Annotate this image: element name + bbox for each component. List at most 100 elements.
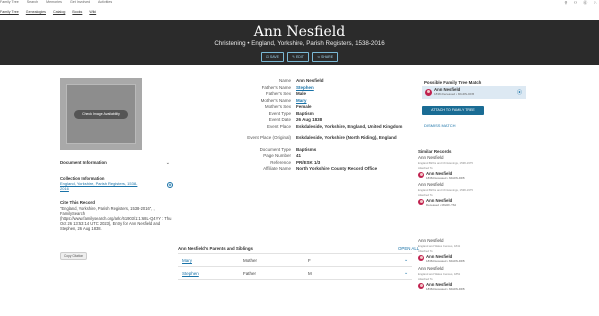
parent-role: Father [243, 271, 257, 276]
avatar [418, 283, 424, 289]
attached-person-meta: 1838-Deceased • MGRN-DFB [426, 176, 465, 180]
top-nav: Family Tree Search Memories Get Involved… [0, 0, 119, 4]
attached-to-label: Attached To [418, 166, 433, 170]
similar-record-name[interactable]: Ann Nesfield [418, 266, 530, 271]
top-bar: Family Tree Search Memories Get Involved… [0, 0, 599, 6]
field-value: 26 Aug 1838 [296, 117, 323, 122]
field-label: Event Type [268, 110, 291, 116]
nav-activities[interactable]: Activities [98, 0, 112, 4]
parent-role: Mother [243, 258, 258, 263]
account-icon[interactable]: ♘ [593, 0, 597, 5]
field-value: Baptisms [296, 146, 317, 152]
compass-icon[interactable]: ◈ [167, 182, 173, 188]
collection-link[interactable]: England, Yorkshire, Parish Registers, 15… [60, 181, 142, 191]
chevron-down-icon[interactable]: ⌄ [404, 270, 408, 276]
top-icons: ⚲ ⚇ ⓪ ♘ [560, 0, 598, 6]
field-value: Baptism [296, 110, 314, 116]
document-info-header[interactable]: Document Information ⌄ [60, 160, 170, 166]
pin-icon[interactable]: ⦿ [517, 89, 522, 96]
cite-heading: Cite This Record [60, 200, 95, 205]
nav-family-tree[interactable]: Family Tree [0, 0, 19, 4]
attached-person[interactable]: Ann Nesfield 1838-Deceased • MGRN-DFB [418, 171, 530, 180]
share-button[interactable]: ⋖ SHARE [312, 52, 339, 62]
dismiss-match-link[interactable]: DISMISS MATCH [424, 123, 455, 128]
parent-name-link[interactable]: Mary [182, 258, 192, 263]
attached-person-meta: 1838-Deceased • MGRN-DFB [426, 287, 465, 291]
subnav-catalog[interactable]: Catalog [53, 10, 65, 14]
similar-record-collection: England and Wales Census, 1851 [418, 272, 461, 276]
field-label: Father's Sex [265, 91, 291, 96]
similar-record-collection: England Births and Christenings, 1538-19… [418, 188, 473, 192]
edit-button[interactable]: ✎ EDIT [287, 52, 309, 62]
edit-label: EDIT [295, 55, 304, 59]
attached-person[interactable]: Ann Nesfield Deceased • MGRF-T62 [418, 198, 530, 207]
avatar [418, 255, 424, 261]
page-subtitle: Christening • England, Yorkshire, Parish… [214, 40, 385, 47]
subnav-books[interactable]: Books [72, 10, 82, 14]
subnav-genealogies[interactable]: Genealogies [26, 10, 46, 14]
parent-sex: F [308, 258, 311, 263]
record-image-thumbnail[interactable]: Check Image Availability [60, 78, 142, 150]
field-value: North Yorkshire County Record Office [296, 166, 378, 171]
field-label: Event Date [268, 117, 291, 122]
attached-person-meta: 1838-Deceased • MGRN-DFB [426, 259, 465, 263]
match-meta: 1838-Deceased • MGRN-DFB [434, 92, 475, 96]
attached-person-meta: Deceased • MGRF-T62 [426, 203, 457, 207]
similar-record-name[interactable]: Ann Nesfield [418, 182, 530, 187]
copy-citation-button[interactable]: Copy Citation [60, 252, 88, 260]
match-heading: Possible Family Tree Match [424, 80, 482, 85]
similar-record[interactable]: Ann Nesfield England Births and Christen… [418, 182, 530, 207]
document-info-heading: Document Information [60, 160, 107, 165]
similar-heading: Similar Records [418, 149, 452, 154]
share-label: SHARE [320, 55, 334, 59]
similar-record-name[interactable]: Ann Nesfield [418, 238, 530, 243]
field-label: Event Place (Original) [247, 135, 291, 140]
banner-actions: ⊡ SAVE ✎ EDIT ⋖ SHARE [0, 52, 599, 62]
field-label: Name [278, 78, 291, 83]
field-value: 41 [296, 153, 302, 158]
bell-icon[interactable]: ⚇ [574, 0, 578, 5]
field-label: Event Place [266, 123, 291, 129]
avatar [418, 199, 424, 205]
field-label: Reference [270, 159, 291, 165]
save-label: SAVE [269, 55, 279, 59]
similar-record[interactable]: Ann Nesfield England Births and Christen… [418, 155, 530, 180]
mother-name-link[interactable]: Mary [296, 98, 416, 103]
father-name-link[interactable]: Stephen [296, 85, 416, 90]
parent-row[interactable]: Stephen Father M ⌄ [178, 267, 412, 280]
nav-get-involved[interactable]: Get Involved [70, 0, 90, 4]
parent-sex: M [308, 271, 312, 276]
open-all-link[interactable]: OPEN ALL [398, 246, 419, 251]
field-label: Mother's Name [260, 97, 291, 103]
field-label: Affiliate Name [263, 166, 291, 171]
attached-to-label: Attached To [418, 193, 433, 197]
nav-memories[interactable]: Memories [46, 0, 62, 4]
nav-search[interactable]: Search [27, 0, 38, 4]
similar-record-collection: England Births and Christenings, 1538-19… [418, 161, 473, 165]
similar-record[interactable]: Ann Nesfield England and Wales Census, 1… [418, 266, 530, 291]
parent-name-link[interactable]: Stephen [182, 271, 199, 276]
attached-person[interactable]: Ann Nesfield 1838-Deceased • MGRN-DFB [418, 254, 530, 263]
field-value: Male [296, 91, 307, 96]
save-button[interactable]: ⊡ SAVE [260, 52, 284, 62]
field-value: PR/ESK 1/3 [296, 159, 321, 165]
attached-person[interactable]: Ann Nesfield 1838-Deceased • MGRN-DFB [418, 282, 530, 291]
help-icon[interactable]: ⓪ [583, 0, 587, 5]
record-banner: Ann Nesfield Christening • England, York… [0, 20, 599, 65]
location-icon[interactable]: ⚲ [565, 0, 568, 5]
attach-to-tree-button[interactable]: ATTACH TO FAMILY TREE [422, 106, 484, 115]
similar-record-collection: England and Wales Census, 1841 [418, 244, 461, 248]
attached-to-label: Attached To [418, 249, 433, 253]
similar-record[interactable]: Ann Nesfield England and Wales Census, 1… [418, 238, 530, 263]
page-title: Ann Nesfield [253, 24, 346, 40]
check-image-button[interactable]: Check Image Availability [74, 110, 128, 119]
field-label: Father's Name [261, 84, 291, 90]
similar-record-name[interactable]: Ann Nesfield [418, 155, 530, 160]
match-card[interactable]: Ann Nesfield 1838-Deceased • MGRN-DFB ⦿ [422, 86, 526, 99]
chevron-down-icon[interactable]: ⌄ [166, 160, 170, 166]
field-value: Eskdaleside, Yorkshire, England, United … [296, 123, 403, 129]
chevron-down-icon[interactable]: ⌄ [404, 257, 408, 263]
subnav-wiki[interactable]: Wiki [89, 10, 96, 14]
parent-row[interactable]: Mary Mother F ⌄ [178, 254, 412, 267]
subnav-family-tree[interactable]: Family Tree [0, 10, 19, 14]
